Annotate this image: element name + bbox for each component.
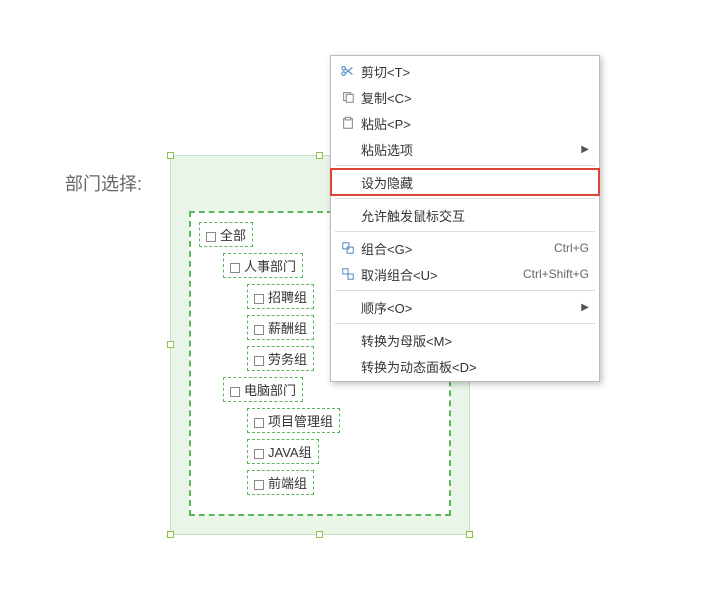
tree-item-label: 前端组 [268,476,307,491]
resize-handle[interactable] [466,531,473,538]
menu-item-label: 剪切<T> [361,62,589,81]
field-label: 部门选择: [65,170,142,196]
menu-item-label: 设为隐藏 [361,173,589,192]
checkbox-icon[interactable] [254,449,264,459]
ungroup-icon [335,267,361,281]
menu-item[interactable]: 复制<C> [331,84,599,110]
menu-item-label: 取消组合<U> [361,265,513,284]
tree-item-label: 招聘组 [268,290,307,305]
submenu-arrow-icon: ▶ [581,302,589,313]
tree-item[interactable]: 薪酬组 [247,315,314,340]
menu-separator [335,165,595,166]
menu-shortcut: Ctrl+G [554,241,589,255]
menu-shortcut: Ctrl+Shift+G [523,267,589,281]
menu-item[interactable]: 顺序<O> ▶ [331,294,599,320]
tree-item-label: 人事部门 [244,259,296,274]
menu-separator [335,198,595,199]
menu-item-label: 复制<C> [361,88,589,107]
context-menu: 剪切<T> 复制<C> 粘贴<P> 粘贴选项 ▶ 设为隐藏允许触发鼠标交互组合<G> Ctr… [330,55,600,382]
copy-icon [335,90,361,104]
group-icon [335,241,361,255]
menu-item-label: 粘贴<P> [361,114,589,133]
menu-item[interactable]: 转换为母版<M> [331,327,599,353]
menu-item[interactable]: 剪切<T> [331,58,599,84]
checkbox-icon[interactable] [254,418,264,428]
menu-item-label: 粘贴选项 [361,140,575,159]
menu-item-label: 组合<G> [361,239,544,258]
tree-item-label: JAVA组 [268,445,312,460]
tree-item[interactable]: JAVA组 [247,439,319,464]
tree-item[interactable]: 劳务组 [247,346,314,371]
menu-item[interactable]: 粘贴<P> [331,110,599,136]
menu-separator [335,323,595,324]
cut-icon [335,64,361,78]
tree-item[interactable]: 全部 [199,222,253,247]
tree-item-label: 薪酬组 [268,321,307,336]
checkbox-icon[interactable] [254,325,264,335]
tree-item-label: 劳务组 [268,352,307,367]
tree-item[interactable]: 项目管理组 [247,408,340,433]
tree-item-label: 项目管理组 [268,414,333,429]
tree-item[interactable]: 前端组 [247,470,314,495]
resize-handle[interactable] [167,341,174,348]
checkbox-icon[interactable] [254,294,264,304]
checkbox-icon[interactable] [254,480,264,490]
menu-item-label: 转换为动态面板<D> [361,357,589,376]
menu-item[interactable]: 允许触发鼠标交互 [331,202,599,228]
menu-item[interactable]: 设为隐藏 [331,169,599,195]
tree-item[interactable]: 电脑部门 [223,377,303,402]
resize-handle[interactable] [167,531,174,538]
checkbox-icon[interactable] [254,356,264,366]
tree-item-label: 电脑部门 [244,383,296,398]
checkbox-icon[interactable] [206,232,216,242]
menu-separator [335,290,595,291]
resize-handle[interactable] [167,152,174,159]
tree-item-label: 全部 [220,228,246,243]
menu-separator [335,231,595,232]
menu-item-label: 顺序<O> [361,298,575,317]
resize-handle[interactable] [316,531,323,538]
menu-item[interactable]: 组合<G> Ctrl+G [331,235,599,261]
tree-item[interactable]: 招聘组 [247,284,314,309]
paste-icon [335,116,361,130]
resize-handle[interactable] [316,152,323,159]
submenu-arrow-icon: ▶ [581,144,589,155]
menu-item[interactable]: 取消组合<U> Ctrl+Shift+G [331,261,599,287]
menu-item-label: 允许触发鼠标交互 [361,206,589,225]
checkbox-icon[interactable] [230,263,240,273]
menu-item[interactable]: 粘贴选项 ▶ [331,136,599,162]
checkbox-icon[interactable] [230,387,240,397]
menu-item[interactable]: 转换为动态面板<D> [331,353,599,379]
tree-item[interactable]: 人事部门 [223,253,303,278]
menu-item-label: 转换为母版<M> [361,331,589,350]
